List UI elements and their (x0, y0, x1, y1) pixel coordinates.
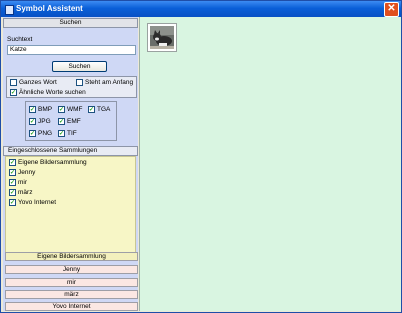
collection-item[interactable]: ✓ Eigene Bildersammlung (9, 159, 87, 167)
whole-word-option[interactable]: Ganzes Wort (10, 79, 57, 87)
search-button[interactable]: Suchen (52, 61, 107, 72)
whole-word-checkbox[interactable] (10, 79, 17, 86)
format-checkbox[interactable]: ✓ (29, 118, 36, 125)
cat-photo-icon (150, 26, 174, 49)
close-button[interactable]: ✕ (384, 2, 399, 17)
collection-label: mir (18, 179, 28, 186)
format-checkbox[interactable]: ✓ (29, 106, 36, 113)
format-label: PNG (38, 130, 53, 137)
format-checkbox[interactable]: ✓ (29, 130, 36, 137)
title-bar[interactable]: Symbol Assistent ✕ (1, 1, 401, 17)
collection-checkbox[interactable]: ✓ (9, 159, 16, 166)
collection-item[interactable]: ✓ mir (9, 179, 27, 187)
collection-label: Eigene Bildersammlung (18, 159, 87, 166)
collection-button-yovo-internet[interactable]: Yovo Internet (5, 302, 138, 311)
app-icon (5, 5, 14, 15)
window-title: Symbol Assistent (16, 4, 83, 13)
collection-label: Jenny (18, 169, 36, 176)
format-label: EMF (67, 118, 81, 125)
similar-words-label: Ähnliche Worte suchen (19, 89, 86, 96)
collection-label: märz (18, 189, 33, 196)
collection-checkbox[interactable]: ✓ (9, 169, 16, 176)
format-label: BMP (38, 106, 53, 113)
search-options-box: Ganzes Wort Steht am Anfang ✓ Ähnliche Wo… (6, 76, 137, 98)
collection-item[interactable]: ✓ Jenny (9, 169, 35, 177)
format-checkbox[interactable]: ✓ (88, 106, 95, 113)
result-thumbnail[interactable] (147, 23, 177, 52)
whole-word-label: Ganzes Wort (19, 79, 57, 86)
format-checkbox[interactable]: ✓ (58, 130, 65, 137)
format-option-bmp[interactable]: ✓ BMP (29, 106, 52, 114)
starts-with-label: Steht am Anfang (85, 79, 134, 86)
collections-header: Eingeschlossene Sammlungen (3, 146, 138, 156)
collection-button-jenny[interactable]: Jenny (5, 265, 138, 274)
format-label: TIF (67, 130, 77, 137)
collection-item[interactable]: ✓ märz (9, 189, 32, 197)
collection-button-mir[interactable]: mir (5, 278, 138, 287)
file-format-box: ✓ BMP ✓ WMF ✓ TGA ✓ JPG ✓ EMF ✓ PNG ✓ TIF (25, 101, 117, 141)
collections-list: ✓ Eigene Bildersammlung ✓ Jenny ✓ mir ✓ märz… (5, 156, 136, 260)
similar-words-option[interactable]: ✓ Ähnliche Worte suchen (10, 89, 86, 97)
collection-checkbox[interactable]: ✓ (9, 199, 16, 206)
format-checkbox[interactable]: ✓ (58, 106, 65, 113)
format-option-png[interactable]: ✓ PNG (29, 130, 52, 138)
search-section-header[interactable]: Suchen (3, 18, 138, 28)
collection-checkbox[interactable]: ✓ (9, 189, 16, 196)
search-input[interactable]: Katze (7, 45, 136, 55)
collection-item[interactable]: ✓ Yovo Internet (9, 199, 56, 207)
collection-label: Yovo Internet (18, 199, 57, 206)
collection-checkbox[interactable]: ✓ (9, 179, 16, 186)
format-label: WMF (67, 106, 83, 113)
format-checkbox[interactable]: ✓ (58, 118, 65, 125)
format-label: JPG (38, 118, 51, 125)
format-option-jpg[interactable]: ✓ JPG (29, 118, 51, 126)
format-option-emf[interactable]: ✓ EMF (58, 118, 81, 126)
format-option-tga[interactable]: ✓ TGA (88, 106, 110, 114)
starts-with-option[interactable]: Steht am Anfang (76, 79, 133, 87)
search-panel: Suchen Suchtext Katze Suchen Ganzes Wort… (3, 17, 138, 311)
similar-words-checkbox[interactable]: ✓ (10, 89, 17, 96)
search-text-label: Suchtext (7, 36, 33, 43)
format-label: TGA (97, 106, 111, 113)
collection-button-eigene-bildersammlung[interactable]: Eigene Bildersammlung (5, 252, 138, 261)
format-option-wmf[interactable]: ✓ WMF (58, 106, 83, 114)
symbol-assistant-window: Symbol Assistent ✕ Suchen Suchtext Katze… (0, 0, 402, 313)
format-option-tif[interactable]: ✓ TIF (58, 130, 77, 138)
collection-button-maerz[interactable]: märz (5, 290, 138, 299)
starts-with-checkbox[interactable] (76, 79, 83, 86)
results-panel (139, 17, 401, 311)
